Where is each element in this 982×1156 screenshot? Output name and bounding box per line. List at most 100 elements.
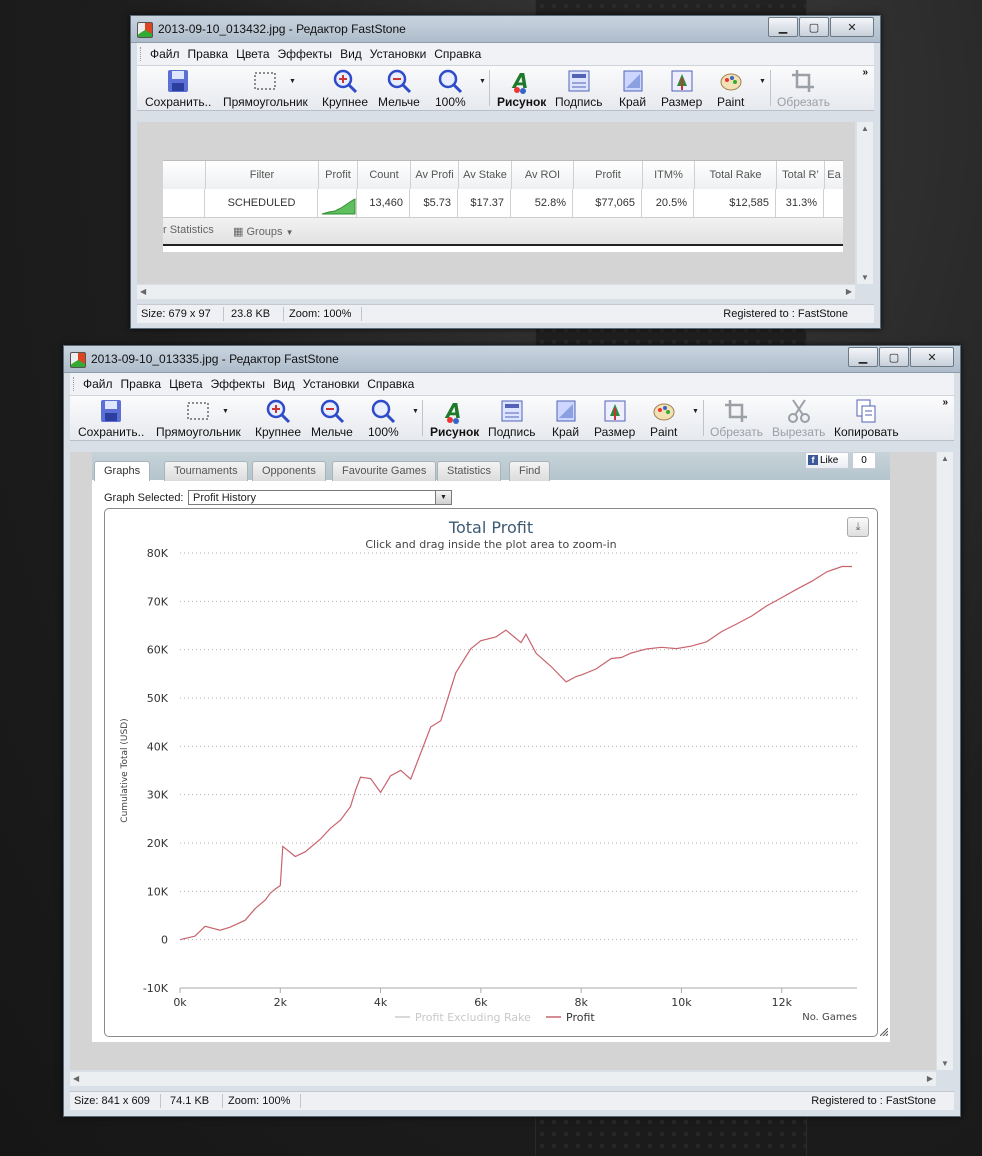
magnifier-icon: [372, 399, 396, 424]
draw-button[interactable]: A Рисунок: [497, 68, 546, 109]
column-header[interactable]: Profit: [319, 161, 358, 189]
scroll-right-icon[interactable]: ▶: [927, 1074, 933, 1083]
scroll-up-icon[interactable]: ▲: [861, 124, 869, 133]
tab-find[interactable]: Find: [509, 461, 551, 481]
table-cell: 31.3%: [777, 189, 824, 217]
save-button[interactable]: Сохранить..: [145, 68, 211, 109]
zoom-out-button[interactable]: Мельче: [311, 398, 353, 439]
menu-settings[interactable]: Установки: [370, 47, 426, 61]
chevron-down-icon[interactable]: ▼: [412, 408, 419, 415]
horizontal-scrollbar[interactable]: ◀ ▶: [137, 285, 855, 299]
chevron-down-icon[interactable]: ▼: [479, 78, 486, 85]
tab-tournaments[interactable]: Tournaments: [164, 461, 248, 481]
zoom-out-button[interactable]: Мельче: [378, 68, 420, 109]
toolbar-separator: [770, 70, 771, 106]
edge-button[interactable]: Край: [619, 68, 646, 109]
minimize-button[interactable]: ▁: [848, 347, 878, 367]
zoom-100-button[interactable]: 100%: [368, 398, 399, 439]
column-header[interactable]: Av Profi: [411, 161, 459, 189]
resize-button[interactable]: Размер: [661, 68, 702, 109]
facebook-like-button[interactable]: f Like: [805, 452, 849, 469]
toolbar-overflow-icon[interactable]: »: [862, 67, 868, 78]
copy-button[interactable]: Копировать: [834, 398, 899, 439]
tab-opponents[interactable]: Opponents: [252, 461, 326, 481]
menu-colors[interactable]: Цвета: [169, 377, 202, 391]
menu-effects[interactable]: Эффекты: [211, 377, 266, 391]
tab-statistics[interactable]: Statistics: [437, 461, 502, 481]
profit-chart[interactable]: Total ProfitClick and drag inside the pl…: [105, 509, 877, 1036]
magnifier-icon: [439, 69, 463, 94]
zoom-100-button[interactable]: 100%: [435, 68, 466, 109]
scroll-left-icon[interactable]: ◀: [140, 287, 146, 296]
menu-help[interactable]: Справка: [367, 377, 414, 391]
scroll-left-icon[interactable]: ◀: [73, 1074, 79, 1083]
menu-edit[interactable]: Правка: [188, 47, 229, 61]
draw-button[interactable]: A Рисунок: [430, 398, 479, 439]
chevron-down-icon[interactable]: ▼: [435, 491, 451, 504]
zoom-in-button[interactable]: Крупнее: [255, 398, 301, 439]
minimize-button[interactable]: ▁: [768, 17, 798, 37]
chevron-down-icon[interactable]: ▼: [222, 408, 229, 415]
rectangle-select-button[interactable]: Прямоугольник: [156, 398, 241, 439]
chevron-down-icon[interactable]: ▼: [289, 78, 296, 85]
status-zoom: Zoom: 100%: [289, 308, 352, 320]
scroll-right-icon[interactable]: ▶: [846, 287, 852, 296]
menu-help[interactable]: Справка: [434, 47, 481, 61]
chevron-down-icon[interactable]: ▼: [759, 78, 766, 85]
horizontal-scrollbar[interactable]: ◀ ▶: [70, 1072, 936, 1086]
maximize-button[interactable]: ▢: [799, 17, 829, 37]
vertical-scrollbar[interactable]: ▲ ▼: [857, 122, 873, 284]
image-canvas: Graphs Tournaments Opponents Favourite G…: [70, 452, 936, 1070]
menu-colors[interactable]: Цвета: [236, 47, 269, 61]
column-header[interactable]: Av Stake: [459, 161, 512, 189]
close-button[interactable]: ✕: [910, 347, 954, 367]
caption-button[interactable]: Подпись: [488, 398, 536, 439]
scroll-up-icon[interactable]: ▲: [941, 454, 949, 463]
menu-view[interactable]: Вид: [273, 377, 295, 391]
column-header[interactable]: Profit: [574, 161, 643, 189]
tab-graphs[interactable]: Graphs: [94, 461, 151, 481]
vertical-scrollbar[interactable]: ▲ ▼: [937, 452, 953, 1070]
paint-palette-icon: [720, 73, 742, 91]
column-header[interactable]: Filter: [206, 161, 319, 189]
column-header[interactable]: ITM%: [643, 161, 695, 189]
menu-file[interactable]: Файл: [83, 377, 113, 391]
rectangle-select-button[interactable]: Прямоугольник: [223, 68, 308, 109]
tab-favourite-games[interactable]: Favourite Games: [332, 461, 437, 481]
scroll-down-icon[interactable]: ▼: [861, 273, 869, 282]
save-button[interactable]: Сохранить..: [78, 398, 144, 439]
crop-button[interactable]: Обрезать: [710, 398, 763, 439]
table-row[interactable]: SCHEDULED 13,460 $5.73 $17.37 52.8% $77,…: [163, 189, 843, 218]
column-header[interactable]: Total Rake: [695, 161, 777, 189]
menu-file[interactable]: Файл: [150, 47, 180, 61]
zoom-in-button[interactable]: Крупнее: [322, 68, 368, 109]
groups-dropdown[interactable]: ▦ Groups ▼: [233, 225, 294, 238]
menu-view[interactable]: Вид: [340, 47, 362, 61]
cut-button[interactable]: Вырезать: [772, 398, 825, 439]
crop-icon: [725, 400, 748, 422]
edge-button[interactable]: Край: [552, 398, 579, 439]
paint-button[interactable]: Paint: [717, 68, 744, 109]
menu-settings[interactable]: Установки: [303, 377, 359, 391]
menu-edit[interactable]: Правка: [121, 377, 162, 391]
scroll-down-icon[interactable]: ▼: [941, 1059, 949, 1068]
title-bar[interactable]: 2013-09-10_013432.jpg - Редактор FastSto…: [131, 16, 880, 43]
download-icon[interactable]: ⤓: [847, 517, 869, 537]
chevron-down-icon[interactable]: ▼: [692, 408, 699, 415]
paint-button[interactable]: Paint: [650, 398, 677, 439]
statistics-link[interactable]: r Statistics: [163, 224, 214, 236]
title-bar[interactable]: 2013-09-10_013335.jpg - Редактор FastSto…: [64, 346, 960, 373]
column-header[interactable]: Count: [358, 161, 411, 189]
selection-rectangle-icon: [187, 402, 209, 420]
crop-button[interactable]: Обрезать: [777, 68, 830, 109]
graph-select[interactable]: Profit History ▼: [188, 490, 452, 505]
caption-button[interactable]: Подпись: [555, 68, 603, 109]
maximize-button[interactable]: ▢: [879, 347, 909, 367]
resize-button[interactable]: Размер: [594, 398, 635, 439]
close-button[interactable]: ✕: [830, 17, 874, 37]
menu-effects[interactable]: Эффекты: [278, 47, 333, 61]
column-header[interactable]: Ea: [825, 161, 843, 189]
toolbar-overflow-icon[interactable]: »: [942, 397, 948, 408]
column-header[interactable]: Total R’: [777, 161, 825, 189]
column-header[interactable]: Av ROI: [512, 161, 574, 189]
